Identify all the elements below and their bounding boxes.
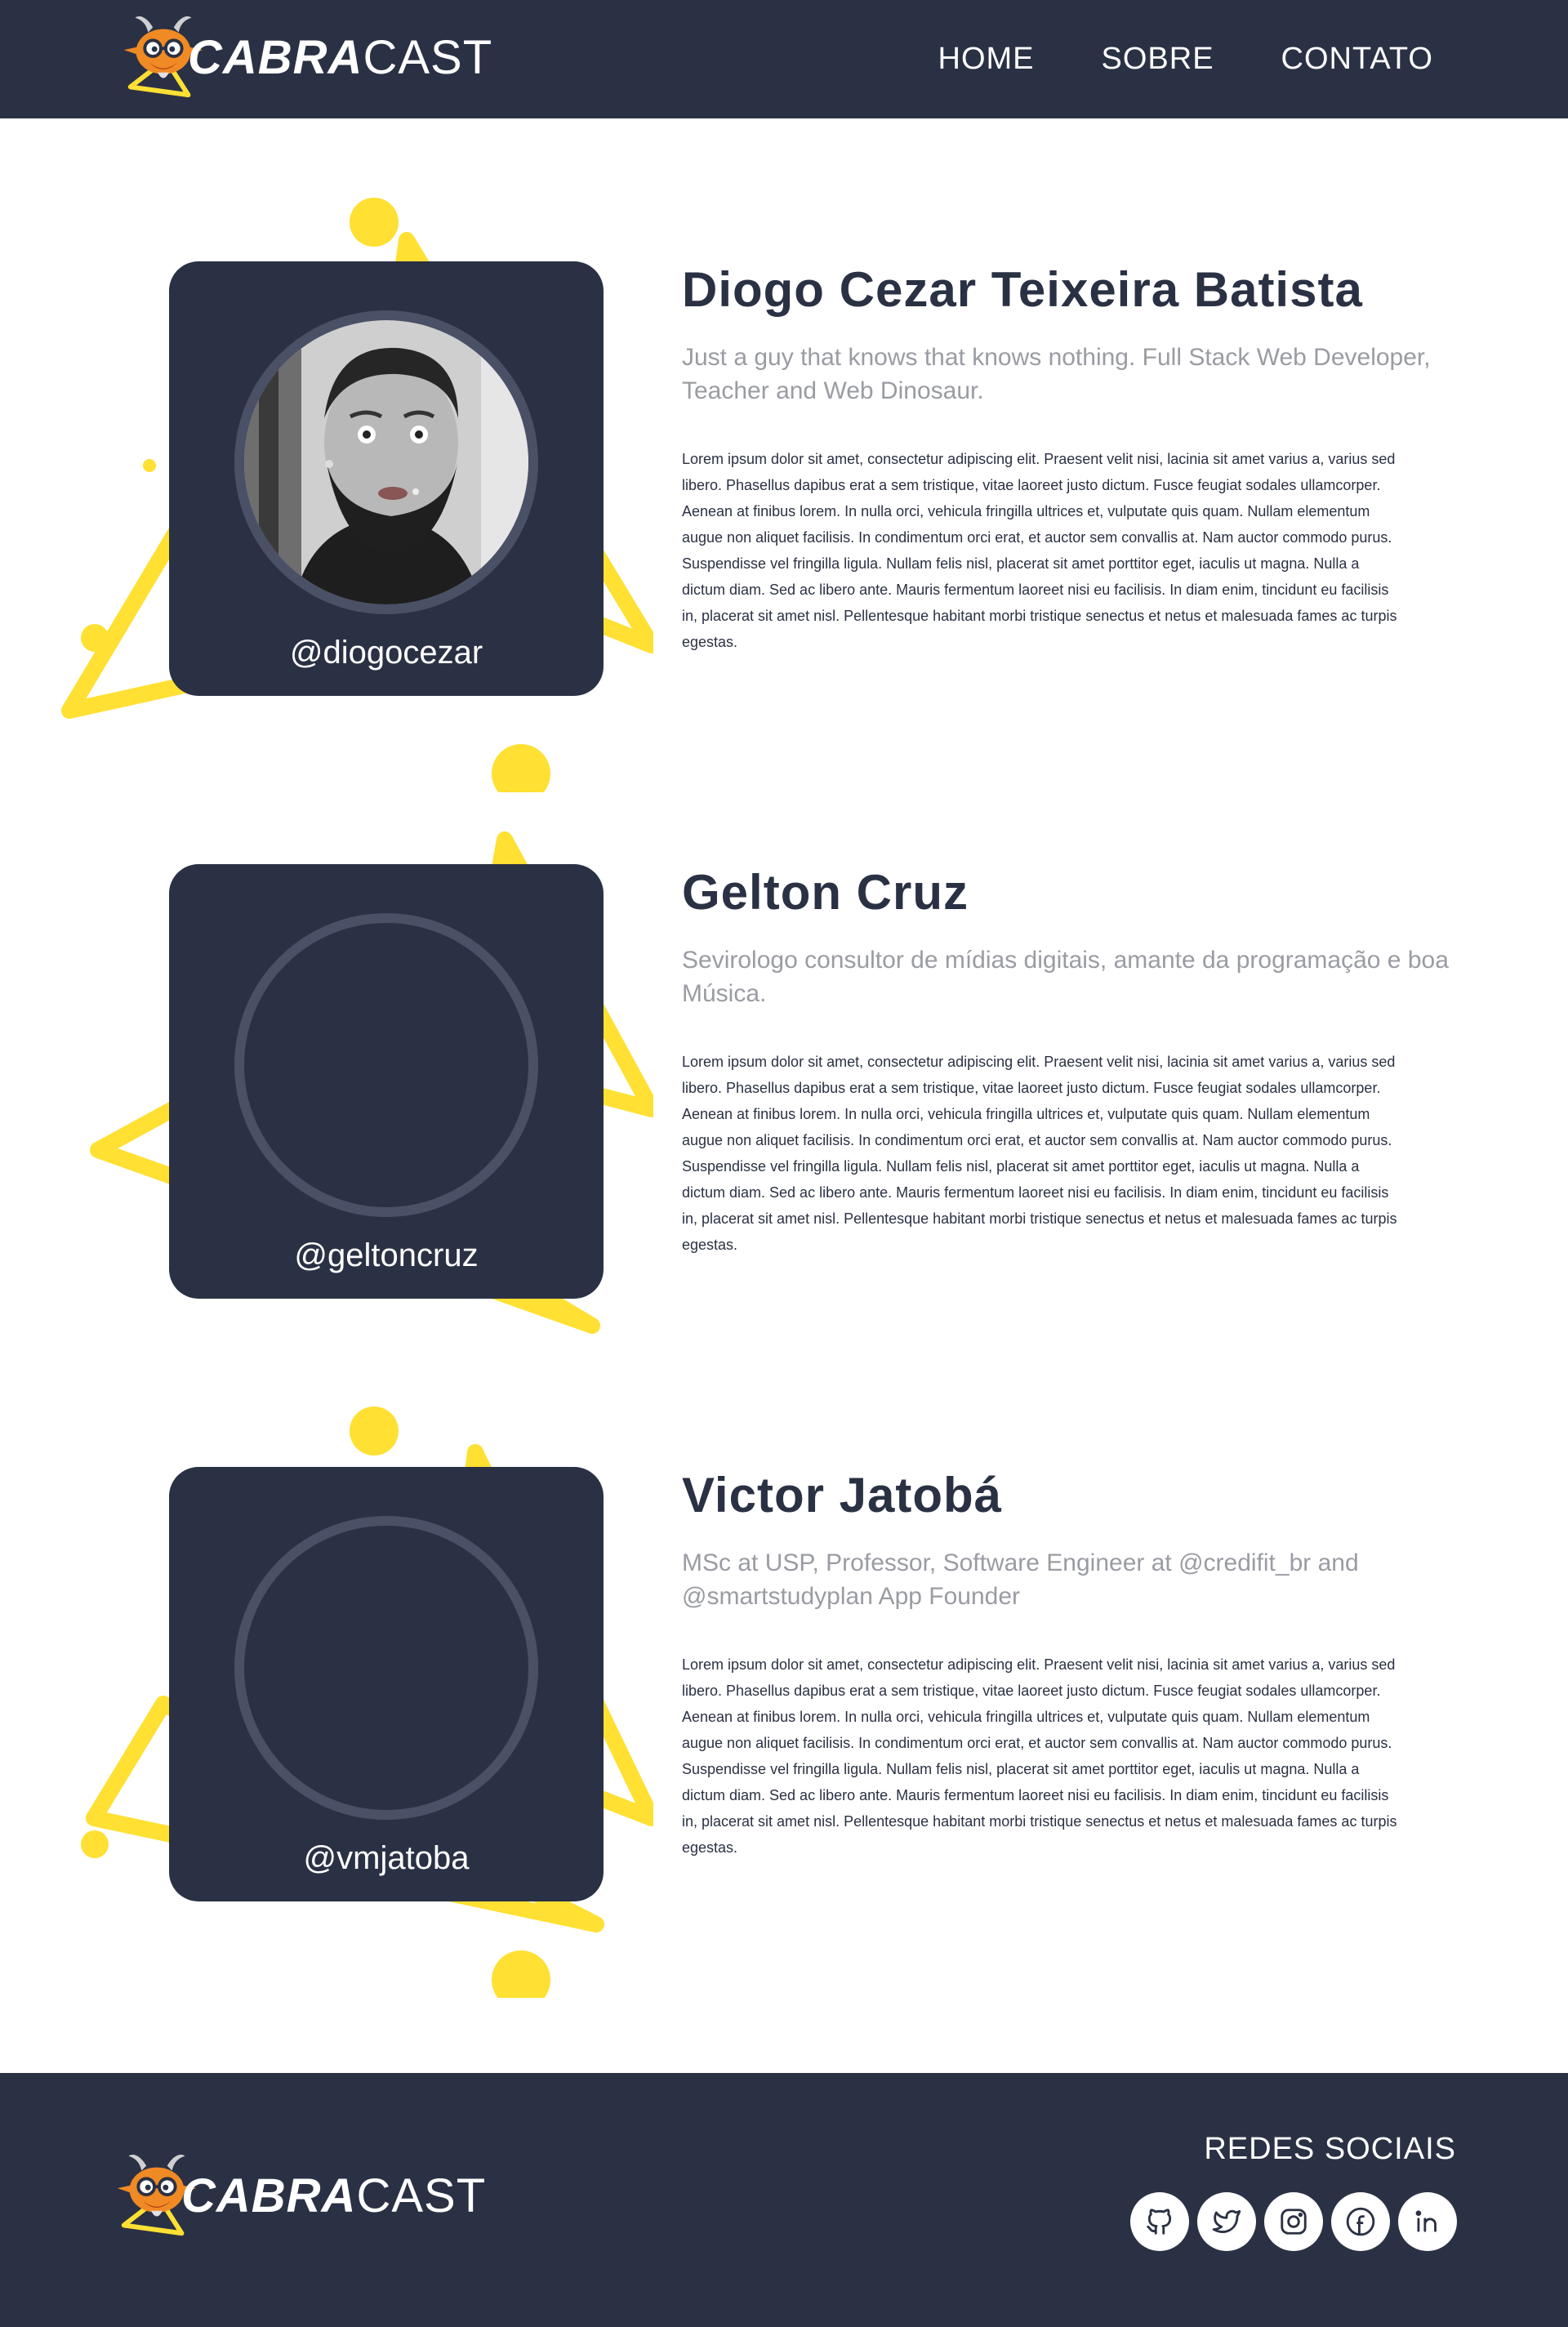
social-links <box>1130 2192 1457 2251</box>
profile-tagline: MSc at USP, Professor, Software Engineer… <box>682 1549 1359 1610</box>
profile-info: Diogo Cezar Teixeira Batista Just a guy … <box>682 263 1466 655</box>
profile-section: @diogocezar Diogo Cezar Teixeira Batista… <box>0 188 1568 792</box>
profile-tagline: Just a guy that knows that knows nothing… <box>682 344 1431 404</box>
logo-bold: CABRA <box>181 2169 357 2222</box>
linkedin-icon <box>1415 2210 1437 2232</box>
profile-handle[interactable]: @vmjatoba <box>169 1840 604 1877</box>
profile-handle[interactable]: @diogocezar <box>169 635 604 671</box>
logo-wordmark: CABRACAST <box>188 34 492 82</box>
header-logo[interactable]: CABRACAST <box>114 10 492 106</box>
profile-card: @geltoncruz <box>169 864 604 1299</box>
profile-section: @vmjatoba Victor Jatobá MSc at USP, Prof… <box>0 1393 1568 1998</box>
main-nav: HOME SOBRE CONTATO <box>938 0 1434 118</box>
profile-info: Gelton Cruz Sevirologo consultor de mídi… <box>682 866 1466 1258</box>
facebook-icon <box>1346 2207 1375 2236</box>
footer-logo[interactable]: CABRACAST <box>108 2148 486 2245</box>
site-header: CABRACAST HOME SOBRE CONTATO <box>0 0 1568 118</box>
nav-contato[interactable]: CONTATO <box>1281 42 1433 77</box>
logo-light: CAST <box>363 31 493 84</box>
profile-avatar-placeholder <box>234 913 538 1217</box>
twitter-icon <box>1212 2209 1241 2233</box>
profile-name: Diogo Cezar Teixeira Batista <box>682 262 1363 317</box>
profile-bio: Lorem ipsum dolor sit amet, consectetur … <box>682 1656 1397 1856</box>
facebook-link[interactable] <box>1331 2192 1390 2251</box>
profile-info: Victor Jatobá MSc at USP, Professor, Sof… <box>682 1469 1466 1861</box>
profile-section: @geltoncruz Gelton Cruz Sevirologo consu… <box>0 791 1568 1395</box>
profile-bio: Lorem ipsum dolor sit amet, consectetur … <box>682 450 1397 650</box>
logo-bold: CABRA <box>188 31 363 84</box>
github-icon <box>1147 2209 1172 2235</box>
logo-light: CAST <box>356 2169 487 2222</box>
profile-handle[interactable]: @geltoncruz <box>169 1237 604 1274</box>
github-link[interactable] <box>1130 2192 1189 2251</box>
profile-card: @diogocezar <box>169 261 604 696</box>
profile-name: Victor Jatobá <box>682 1468 1003 1522</box>
profile-card: @vmjatoba <box>169 1467 604 1901</box>
nav-home[interactable]: HOME <box>938 42 1035 77</box>
logo-wordmark: CABRACAST <box>181 2173 486 2220</box>
profile-avatar-placeholder <box>234 1516 538 1820</box>
profile-name: Gelton Cruz <box>682 865 969 920</box>
profile-bio: Lorem ipsum dolor sit amet, consectetur … <box>682 1053 1397 1253</box>
nav-sobre[interactable]: SOBRE <box>1102 42 1214 77</box>
social-title: REDES SOCIAIS <box>1204 2132 1456 2166</box>
instagram-icon <box>1281 2209 1307 2235</box>
person-photo-icon <box>244 320 528 604</box>
profile-tagline: Sevirologo consultor de mídias digitais,… <box>682 947 1449 1007</box>
twitter-link[interactable] <box>1197 2192 1256 2251</box>
instagram-link[interactable] <box>1264 2192 1323 2251</box>
profile-avatar <box>234 310 538 614</box>
site-footer: CABRACAST REDES SOCIAIS <box>0 2073 1568 2327</box>
linkedin-link[interactable] <box>1398 2192 1457 2251</box>
